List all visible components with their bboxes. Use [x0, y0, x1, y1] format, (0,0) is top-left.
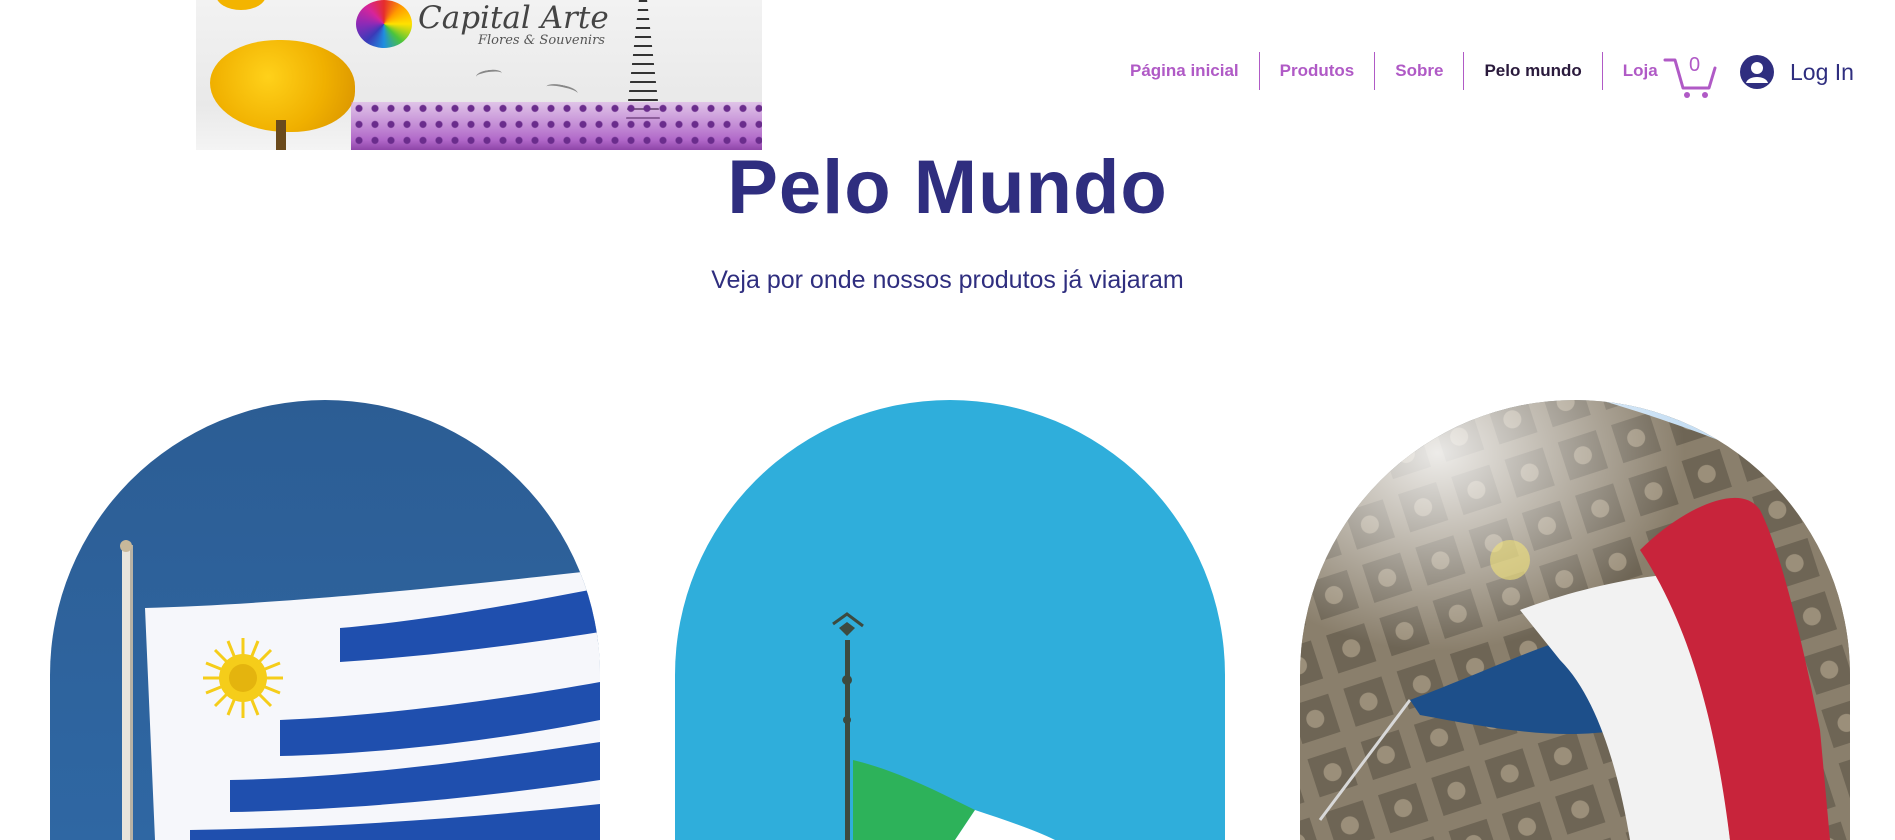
- page-title: Pelo Mundo: [727, 145, 1168, 230]
- bird-decoration: [545, 81, 579, 99]
- italy-flag-card[interactable]: [675, 400, 1225, 840]
- bird-decoration: [475, 68, 503, 82]
- italy-flag-image: [832, 612, 1055, 840]
- logo-tagline: Flores & Souvenirs: [478, 33, 605, 48]
- lavender-field-image: [351, 102, 762, 150]
- login-label: Log In: [1790, 58, 1854, 85]
- logo-brand-text: Capital Arte: [418, 0, 609, 36]
- nav-item-pelo-mundo[interactable]: Pelo mundo: [1464, 52, 1603, 90]
- nav-item-sobre[interactable]: Sobre: [1375, 52, 1465, 90]
- site-logo[interactable]: Capital Arte Flores & Souvenirs: [196, 0, 762, 150]
- cart-button[interactable]: 0: [1663, 54, 1719, 98]
- login-button[interactable]: Log In: [1740, 54, 1854, 90]
- uruguay-flag-image: [120, 540, 600, 840]
- page-subtitle: Veja por onde nossos produtos já viajara…: [711, 266, 1184, 294]
- nav-item-produtos[interactable]: Produtos: [1260, 52, 1376, 90]
- yellow-tree-image: [210, 40, 355, 132]
- user-avatar-icon: [1740, 55, 1774, 89]
- nav-item-loja[interactable]: Loja: [1603, 52, 1658, 90]
- main-navigation: Página inicial Produtos Sobre Pelo mundo…: [1124, 51, 1658, 91]
- color-wheel-icon: [356, 0, 412, 48]
- nav-item-pagina-inicial[interactable]: Página inicial: [1124, 52, 1260, 90]
- cart-count: 0: [1689, 54, 1701, 76]
- france-flag-card[interactable]: [1300, 400, 1850, 840]
- tree-decoration: [216, 0, 266, 10]
- uruguay-flag-card[interactable]: [50, 400, 600, 840]
- france-flag-image: [1300, 400, 1850, 840]
